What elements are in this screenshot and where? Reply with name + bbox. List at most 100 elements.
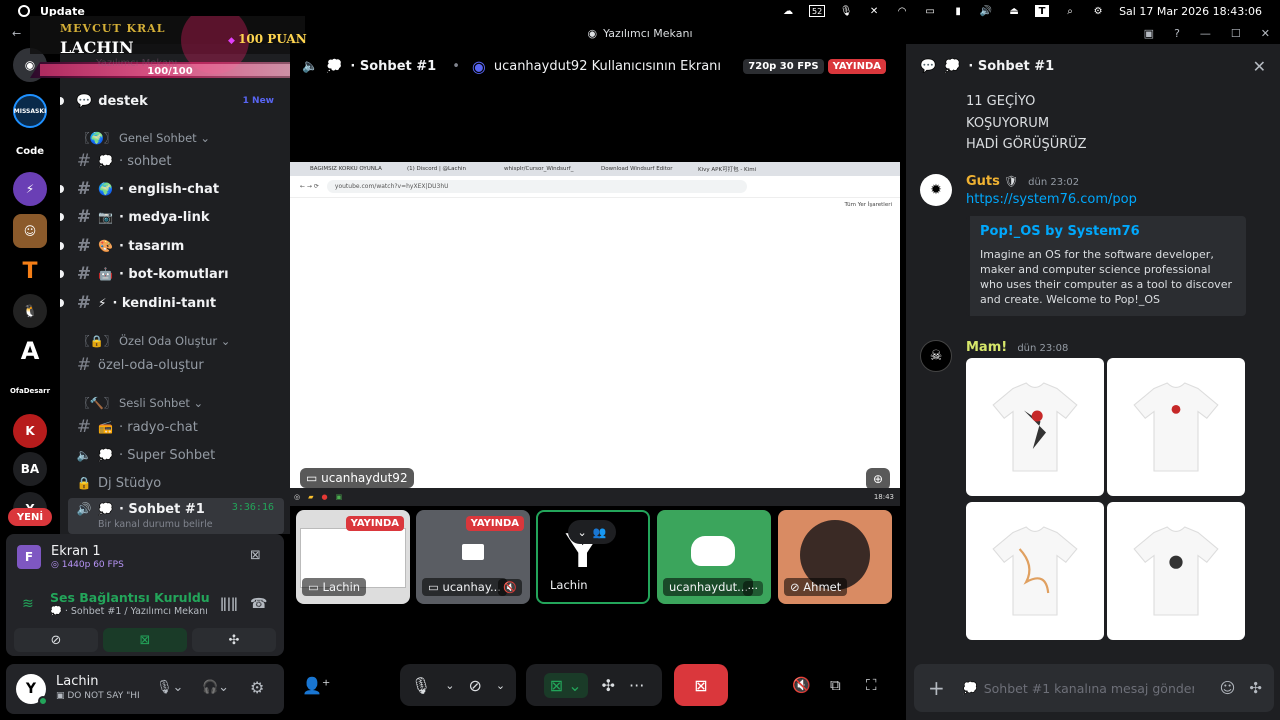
- battery-icon[interactable]: ▮: [951, 5, 965, 17]
- eject-icon[interactable]: ⏏: [1007, 5, 1021, 17]
- channel-super-sohbet[interactable]: 🔈 💭 · Super Sohbet: [68, 442, 284, 468]
- stop-stream-icon[interactable]: ⊠: [250, 548, 261, 563]
- screen-share-toggle-button[interactable]: ⊠: [103, 628, 187, 652]
- settings-icon[interactable]: ⚙: [1091, 5, 1105, 17]
- server-orange-icon[interactable]: T: [13, 254, 47, 288]
- channel-status-hint[interactable]: Bir kanal durumu belirle: [98, 519, 213, 530]
- maximize-button[interactable]: ☐: [1231, 27, 1241, 40]
- more-options-icon[interactable]: ···: [742, 581, 763, 596]
- screen-share-controls[interactable]: ⊠ ⌄ ✣ ···: [526, 664, 662, 706]
- message-link[interactable]: https://system76.com/pop: [966, 192, 1137, 207]
- embed-title[interactable]: Pop!_OS by System76: [980, 224, 1236, 239]
- server-text-icon[interactable]: OfaDesarr: [10, 374, 50, 408]
- popout-icon[interactable]: ⧉: [830, 676, 841, 694]
- zoom-icon[interactable]: ⊕: [866, 468, 890, 490]
- noise-suppression-icon[interactable]: ǁǀǁ: [220, 596, 238, 612]
- microphone-button[interactable]: 🎙⌄: [156, 680, 183, 695]
- volume-icon[interactable]: 🔊: [979, 5, 993, 17]
- taskbar-time[interactable]: 18:43: [874, 493, 894, 501]
- browser-tab[interactable]: Download Windsurf Editor: [601, 166, 696, 172]
- display-icon[interactable]: ▭: [923, 5, 937, 17]
- add-attachment-icon[interactable]: +: [928, 676, 945, 700]
- user-status[interactable]: ▣ DO NOT SAY "HI: [56, 691, 156, 701]
- invite-icon[interactable]: 👤⁺: [302, 676, 330, 695]
- image-attachment[interactable]: [1107, 502, 1245, 640]
- channel-destek[interactable]: 💬 destek 1 New: [60, 88, 284, 114]
- fullscreen-icon[interactable]: ⛶: [866, 676, 877, 694]
- server-code-icon[interactable]: Code: [13, 134, 47, 168]
- connection-status[interactable]: Ses Bağlantısı Kuruldu: [50, 590, 210, 605]
- browser-tab[interactable]: whisplr/Cursor_Windsurf_: [504, 166, 599, 172]
- server-ba-icon[interactable]: BA: [13, 452, 47, 486]
- channel-medya-link[interactable]: # 📷 · medya-link: [60, 204, 284, 230]
- participant-tile[interactable]: ucanhaydut... ···: [657, 510, 771, 604]
- nav-arrows-icon[interactable]: ← → ⟳: [300, 183, 319, 190]
- message-author[interactable]: Mam!: [966, 340, 1007, 355]
- apps-icon[interactable]: ✣: [1249, 679, 1262, 697]
- image-attachment[interactable]: [966, 502, 1104, 640]
- wifi-icon[interactable]: ◠: [895, 5, 909, 17]
- category-sesli-sohbet[interactable]: 〖🔨〗 Sesli Sohbet ⌄: [78, 395, 203, 411]
- avatar[interactable]: ☠: [920, 340, 952, 372]
- browser-url[interactable]: youtube.com/watch?v=hyXEX|DU3hU: [326, 180, 747, 193]
- shared-screen[interactable]: BAĞIMSIZ KORKU OYUNLA (1) Discord | @Lac…: [290, 162, 900, 506]
- server-a-icon[interactable]: A: [13, 334, 47, 368]
- os-datetime[interactable]: Sal 17 Mar 2026 18:43:06: [1119, 5, 1262, 18]
- channel-kendini-tanit[interactable]: # ⚡ · kendini-tanıt: [60, 290, 284, 316]
- bluetooth-off-icon[interactable]: ✕: [867, 5, 881, 17]
- channel-ozel-oda-olustur[interactable]: # özel-oda-oluştur: [68, 352, 284, 378]
- back-arrow-icon[interactable]: ←: [12, 27, 21, 40]
- channel-tasarim[interactable]: # 🎨 · tasarım: [60, 233, 284, 259]
- leave-call-button[interactable]: ⊠: [674, 664, 728, 706]
- channel-radyo-chat[interactable]: # 📻 · radyo-chat: [68, 414, 284, 440]
- category-genel-sohbet[interactable]: 〖🌍〗 Genel Sohbet ⌄: [78, 130, 210, 146]
- avatar[interactable]: ✹: [920, 174, 952, 206]
- channel-dj-studyo[interactable]: 🔒 Dj Stüdyo: [68, 470, 284, 496]
- image-attachment[interactable]: [966, 358, 1104, 496]
- minimize-button[interactable]: —: [1200, 27, 1211, 40]
- volume-off-icon[interactable]: 🔇: [792, 676, 811, 694]
- camera-toggle-button[interactable]: ⊘: [14, 628, 98, 652]
- inbox-icon[interactable]: ▣: [1144, 27, 1154, 40]
- server-purple-icon[interactable]: ⚡: [13, 172, 47, 206]
- tile-actions[interactable]: ⌄ 👥: [568, 520, 616, 544]
- participant-tile[interactable]: Y ⌄ 👥 Lachin: [536, 510, 650, 604]
- message-author[interactable]: Guts: [966, 174, 1000, 189]
- app-icon[interactable]: ▣: [336, 493, 343, 501]
- folder-icon[interactable]: ▰: [308, 493, 313, 501]
- image-attachment[interactable]: [1107, 358, 1245, 496]
- participant-tile[interactable]: ⊘ Ahmet: [778, 510, 892, 604]
- help-icon[interactable]: ?: [1174, 27, 1180, 40]
- server-minecraft-icon[interactable]: ☺: [13, 214, 47, 248]
- search-icon[interactable]: ⌕: [1063, 5, 1077, 17]
- message-input[interactable]: Sohbet #1 kanalına mesaj gönder: [984, 681, 1194, 696]
- channel-english-chat[interactable]: # 🌍 · english-chat: [60, 176, 284, 202]
- headphones-button[interactable]: 🎧⌄: [202, 680, 229, 695]
- server-missaski-icon[interactable]: MISSASKI: [13, 94, 47, 128]
- channel-bot-komutlari[interactable]: # 🤖 · bot-komutları: [60, 261, 284, 287]
- connection-channel[interactable]: 💭 · Sohbet #1 / Yazılımcı Mekanı: [50, 606, 208, 617]
- user-settings-icon[interactable]: ⚙: [250, 678, 264, 697]
- browser-tab[interactable]: (1) Discord | @Lachin: [407, 166, 502, 172]
- app-icon[interactable]: ●: [322, 493, 328, 501]
- start-icon[interactable]: ◎: [294, 493, 300, 501]
- disconnect-icon[interactable]: ☎: [250, 596, 267, 612]
- browser-tab[interactable]: Kivy APK可打包 - Kimi: [698, 165, 793, 173]
- close-icon[interactable]: ✕: [1253, 57, 1266, 76]
- browser-bookmarks[interactable]: Tüm Yer İşaretleri: [845, 202, 892, 208]
- text-icon[interactable]: T: [1035, 5, 1050, 17]
- category-ozel-oda[interactable]: 〖🔒〗 Özel Oda Oluştur ⌄: [78, 333, 230, 349]
- channel-sohbet-1[interactable]: 🔊 💭 · Sohbet #1 3:36:16 Bir kanal durumu…: [68, 498, 284, 534]
- os-logo-icon[interactable]: [18, 5, 30, 17]
- channel-sohbet[interactable]: # 💭 · sohbet: [68, 148, 284, 174]
- emoji-icon[interactable]: ☺: [1220, 679, 1236, 697]
- close-window-button[interactable]: ✕: [1261, 27, 1270, 40]
- microphone-icon[interactable]: 🎙: [839, 5, 853, 17]
- activities-button[interactable]: ✣: [192, 628, 276, 652]
- participant-tile[interactable]: YAYINDA ▭ Lachin: [296, 510, 410, 604]
- server-penguin-icon[interactable]: 🐧: [13, 294, 47, 328]
- microphone-button[interactable]: 🎙 ⌄ ⊘ ⌄: [400, 664, 516, 706]
- participant-tile[interactable]: YAYINDA ▭ ucanhay... 🔇: [416, 510, 530, 604]
- user-name[interactable]: Lachin: [56, 674, 98, 689]
- cloud-icon[interactable]: ☁: [781, 5, 795, 17]
